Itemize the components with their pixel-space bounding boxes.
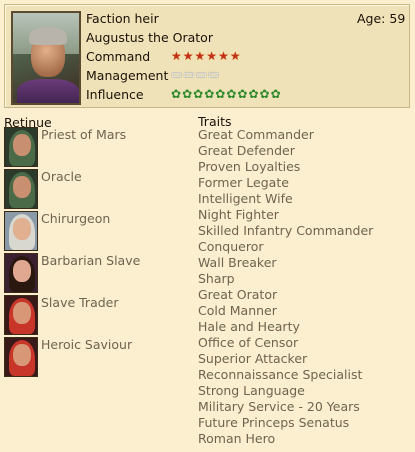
influence-laurel-icon: ✿: [215, 87, 226, 101]
retinue-item[interactable]: Heroic Saviour: [4, 337, 194, 379]
retinue-item[interactable]: Priest of Mars: [4, 127, 194, 169]
retinue-item-label: Slave Trader: [41, 295, 119, 310]
command-star-icon: ★: [218, 49, 229, 63]
trait-item[interactable]: Great Defender: [198, 143, 373, 159]
command-star-icon: ★: [206, 49, 218, 63]
character-name: Augustus the Orator: [86, 30, 213, 45]
influence-laurel-icon: ✿: [171, 87, 182, 101]
influence-laurel-icon: ✿: [237, 87, 248, 101]
trait-item[interactable]: Wall Breaker: [198, 255, 373, 271]
trait-item[interactable]: Strong Language: [198, 383, 373, 399]
retinue-item-label: Priest of Mars: [41, 127, 127, 142]
management-scroll-icon: ▭: [195, 67, 208, 81]
command-star-icon: ★: [171, 49, 182, 63]
retinue-item[interactable]: Oracle: [4, 169, 194, 211]
management-label: Management: [86, 68, 169, 83]
retinue-item[interactable]: Slave Trader: [4, 295, 194, 337]
retinue-item[interactable]: Chirurgeon: [4, 211, 194, 253]
retinue-item-label: Barbarian Slave: [41, 253, 141, 268]
command-star-icon: ★: [194, 49, 206, 63]
command-label: Command: [86, 49, 151, 64]
influence-laurel-icon: ✿: [248, 87, 259, 101]
soldier-red-icon: [4, 337, 38, 377]
trait-item[interactable]: Office of Censor: [198, 335, 373, 351]
retinue-item-label: Chirurgeon: [41, 211, 111, 226]
old-man-icon: [4, 211, 38, 251]
trait-item[interactable]: Great Commander: [198, 127, 373, 143]
trait-item[interactable]: Superior Attacker: [198, 351, 373, 367]
trait-item[interactable]: Great Orator: [198, 287, 373, 303]
command-stars: ★ ★ ★ ★ ★ ★: [171, 50, 241, 62]
influence-laurel-icon: ✿: [204, 87, 215, 101]
hooded-oracle-icon: [4, 169, 38, 209]
character-age: Age: 59: [357, 11, 406, 26]
character-role: Faction heir: [86, 11, 159, 26]
trait-item[interactable]: Skilled Infantry Commander: [198, 223, 373, 239]
influence-label: Influence: [86, 87, 144, 102]
man-red-icon: [4, 295, 38, 335]
command-star-icon: ★: [182, 49, 194, 63]
influence-laurel-icon: ✿: [182, 87, 193, 101]
management-scroll-icon: ▭: [171, 67, 183, 81]
retinue-item-label: Oracle: [41, 169, 82, 184]
trait-item[interactable]: Cold Manner: [198, 303, 373, 319]
management-scroll-icon: ▭: [183, 67, 195, 81]
traits-list: Great Commander Great Defender Proven Loya…: [198, 127, 373, 447]
trait-item[interactable]: Sharp: [198, 271, 373, 287]
hooded-priest-icon: [4, 127, 38, 167]
retinue-item-label: Heroic Saviour: [41, 337, 133, 352]
influence-laurel-icon: ✿: [270, 87, 281, 101]
trait-item[interactable]: Night Fighter: [198, 207, 373, 223]
character-portrait: [11, 11, 81, 105]
influence-laurel-icon: ✿: [193, 87, 204, 101]
trait-item[interactable]: Hale and Hearty: [198, 319, 373, 335]
trait-item[interactable]: Future Princeps Senatus: [198, 415, 373, 431]
woman-icon: [4, 253, 38, 293]
influence-laurel-icon: ✿: [259, 87, 270, 101]
trait-item[interactable]: Reconnaissance Specialist: [198, 367, 373, 383]
management-scroll-icon: ▭: [208, 67, 220, 81]
influence-laurel-icon: ✿: [226, 87, 237, 101]
trait-item[interactable]: Proven Loyalties: [198, 159, 373, 175]
retinue-item[interactable]: Barbarian Slave: [4, 253, 194, 295]
management-icons: ▭ ▭ ▭ ▭: [171, 68, 219, 80]
trait-item[interactable]: Roman Hero: [198, 431, 373, 447]
trait-item[interactable]: Military Service - 20 Years: [198, 399, 373, 415]
trait-item[interactable]: Intelligent Wife: [198, 191, 373, 207]
trait-item[interactable]: Former Legate: [198, 175, 373, 191]
trait-item[interactable]: Conqueror: [198, 239, 373, 255]
character-header-panel: Faction heir Age: 59 Augustus the Orator…: [4, 4, 410, 108]
influence-laurels: ✿ ✿ ✿ ✿ ✿ ✿ ✿ ✿ ✿ ✿: [171, 88, 281, 100]
command-star-icon: ★: [229, 49, 241, 63]
